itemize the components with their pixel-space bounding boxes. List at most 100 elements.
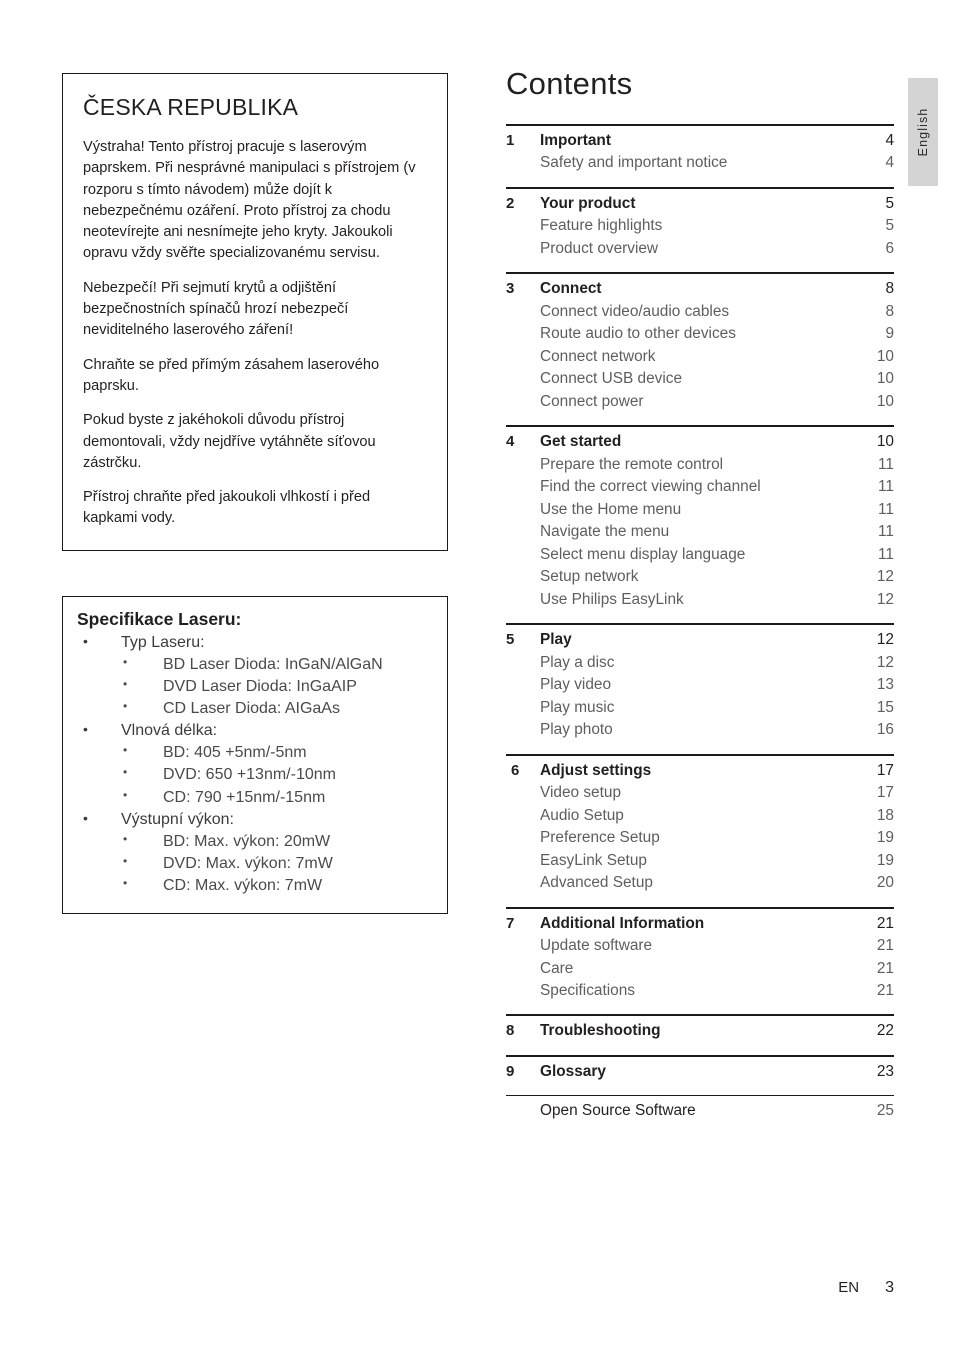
laser-spec-group-label: Výstupní výkon: — [121, 810, 234, 828]
laser-spec-item-label: DVD Laser Dioda: InGaAIP — [163, 678, 357, 696]
toc-number: 5 — [506, 631, 515, 649]
toc-subentry-update-software[interactable]: Update software 21 — [506, 935, 894, 957]
toc-label: Play a disc — [540, 653, 615, 671]
toc-page-number: 19 — [876, 829, 894, 847]
laser-spec-item-label: CD Laser Dioda: AIGaAs — [163, 700, 340, 718]
toc-page-number: 11 — [878, 455, 894, 473]
toc-label: Get started — [540, 433, 622, 451]
toc-section: 4 Get started 10 Prepare the remote control… — [506, 425, 894, 623]
toc-subentry-advanced-setup[interactable]: Advanced Setup 20 — [506, 872, 894, 894]
toc-section: 9 Glossary 23 — [506, 1054, 894, 1095]
czech-notice-panel: ČESKA REPUBLIKA Výstraha! Tento přístroj… — [62, 73, 448, 551]
bullet-icon: • — [123, 655, 128, 670]
toc-subentry-audio-setup[interactable]: Audio Setup 18 — [506, 805, 894, 827]
toc-section: 5 Play 12 Play a disc 12 Play video 13 Play mus… — [506, 623, 894, 753]
toc-subentry-select-menu-display-language[interactable]: Select menu display language 11 — [506, 544, 894, 566]
toc-page-number: 15 — [876, 698, 894, 716]
toc-page-number: 19 — [876, 851, 894, 869]
laser-spec-group: • Výstupní výkon: — [77, 809, 433, 831]
toc-entry-your-product[interactable]: 2 Your product 5 — [506, 193, 894, 215]
toc-entry-play[interactable]: 5 Play 12 — [506, 629, 894, 651]
toc-page-number: 12 — [876, 631, 894, 649]
toc-section: 8 Troubleshooting 22 — [506, 1014, 894, 1054]
toc-entry-troubleshooting[interactable]: 8 Troubleshooting 22 — [506, 1020, 894, 1042]
toc-entry-connect[interactable]: 3 Connect 8 — [506, 278, 894, 300]
toc-subentry-play-music[interactable]: Play music 15 — [506, 697, 894, 719]
notice-title: ČESKA REPUBLIKA — [83, 94, 299, 120]
toc-label: Product overview — [540, 239, 659, 257]
toc-page-number: 16 — [876, 721, 894, 739]
toc-subentry-play-video[interactable]: Play video 13 — [506, 674, 894, 696]
toc-subentry-connect-usb-device[interactable]: Connect USB device 10 — [506, 368, 894, 390]
toc-entry-open-source-software[interactable]: Open Source Software 25 — [506, 1100, 894, 1122]
laser-spec-item: • CD: Max. výkon: 7mW — [77, 875, 433, 897]
laser-spec-group-label: Typ Laseru: — [121, 634, 205, 651]
toc-subentry-safety-and-important-notice[interactable]: Safety and important notice 4 — [506, 152, 894, 174]
laser-spec-item: • DVD: 650 +13nm/-10nm — [77, 764, 433, 786]
toc-subentry-connect-video-audio-cables[interactable]: Connect video/audio cables 8 — [506, 301, 894, 323]
toc-label: Select menu display language — [540, 545, 746, 563]
toc-subentry-product-overview[interactable]: Product overview 6 — [506, 238, 894, 260]
toc-section: 6 Adjust settings 17 Video setup 17 Audio Set… — [506, 753, 894, 907]
bullet-icon: • — [123, 677, 128, 692]
laser-spec-item-label: DVD: Max. výkon: 7mW — [163, 854, 333, 872]
toc-label: Video setup — [540, 784, 622, 802]
toc-groups: 1 Important 4 Safety and important notice 4 2… — [506, 124, 894, 1135]
toc-subentry-feature-highlights[interactable]: Feature highlights 5 — [506, 215, 894, 237]
toc-subentry-video-setup[interactable]: Video setup 17 — [506, 782, 894, 804]
toc-page-number: 13 — [876, 676, 894, 694]
toc-entry-glossary[interactable]: 9 Glossary 23 — [506, 1061, 894, 1083]
toc-page-number: 21 — [876, 937, 894, 955]
toc-subentry-use-philips-easylink[interactable]: Use Philips EasyLink 12 — [506, 589, 894, 611]
toc-subentry-prepare-the-remote-control[interactable]: Prepare the remote control 11 — [506, 454, 894, 476]
toc-number: 1 — [506, 132, 515, 149]
bullet-icon: • — [83, 721, 88, 738]
toc-subentry-play-a-disc[interactable]: Play a disc 12 — [506, 652, 894, 674]
bullet-icon: • — [83, 809, 88, 826]
toc-entry-adjust-settings[interactable]: 6 Adjust settings 17 — [506, 760, 894, 782]
bullet-icon: • — [123, 743, 128, 758]
laser-spec-item: • BD Laser Dioda: InGaN/AlGaN — [77, 654, 433, 676]
toc-subentry-connect-network[interactable]: Connect network 10 — [506, 346, 894, 368]
toc-number: 7 — [506, 914, 515, 932]
toc-subentry-use-the-home-menu[interactable]: Use the Home menu 11 — [506, 499, 894, 521]
toc-subentry-find-the-correct-viewing-channel[interactable]: Find the correct viewing channel 11 — [506, 476, 894, 498]
toc-page-number: 18 — [876, 806, 894, 824]
toc-entry-get-started[interactable]: 4 Get started 10 — [506, 431, 894, 453]
toc-subentry-route-audio-to-other-devices[interactable]: Route audio to other devices 9 — [506, 323, 894, 345]
toc-section: 3 Connect 8 Connect video/audio cables 8 Rout… — [506, 272, 894, 425]
toc-subentry-preference-setup[interactable]: Preference Setup 19 — [506, 827, 894, 849]
toc-page-number: 22 — [876, 1022, 894, 1040]
toc-page-number: 11 — [878, 523, 894, 541]
notice-body: Výstraha! Tento přístroj pracuje s laser… — [83, 137, 427, 530]
toc-subentry-specifications[interactable]: Specifications 21 — [506, 980, 894, 1002]
toc-page-number: 21 — [876, 981, 894, 999]
toc-label: Advanced Setup — [540, 874, 653, 892]
toc-label: Setup network — [540, 568, 639, 586]
toc-page-number: 20 — [876, 874, 894, 892]
toc-label: EasyLink Setup — [540, 851, 647, 869]
toc-entry-important[interactable]: 1 Important 4 — [506, 130, 894, 152]
toc-page-number: 12 — [876, 568, 894, 586]
toc-subentry-easylink-setup[interactable]: EasyLink Setup 19 — [506, 850, 894, 872]
toc-entry-additional-information[interactable]: 7 Additional Information 21 — [506, 913, 894, 935]
toc-label: Important — [540, 132, 611, 149]
toc-label: Play music — [540, 698, 615, 716]
toc-subentry-play-photo[interactable]: Play photo 16 — [506, 719, 894, 741]
toc-page-number: 8 — [885, 302, 894, 320]
toc-number: 3 — [506, 280, 515, 298]
toc-subentry-connect-power[interactable]: Connect power 10 — [506, 391, 894, 413]
notice-box: ČESKA REPUBLIKA Výstraha! Tento přístroj… — [62, 73, 448, 551]
toc-subentry-navigate-the-menu[interactable]: Navigate the menu 11 — [506, 521, 894, 543]
toc-page-number: 9 — [885, 325, 894, 343]
notice-paragraph: Pokud byste z jakéhokoli důvodu přístroj… — [83, 412, 376, 471]
laser-spec-title: Specifikace Laseru: — [77, 609, 242, 629]
toc-subentry-care[interactable]: Care 21 — [506, 958, 894, 980]
laser-spec-item-label: CD: 790 +15nm/-15nm — [163, 788, 326, 806]
toc-page-number: 21 — [876, 959, 894, 977]
toc-label: Update software — [540, 937, 653, 955]
laser-spec-item: • DVD: Max. výkon: 7mW — [77, 853, 433, 875]
laser-spec-item: • CD: 790 +15nm/-15nm — [77, 787, 433, 809]
toc-subentry-setup-network[interactable]: Setup network 12 — [506, 566, 894, 588]
toc-page-number: 23 — [876, 1062, 894, 1080]
